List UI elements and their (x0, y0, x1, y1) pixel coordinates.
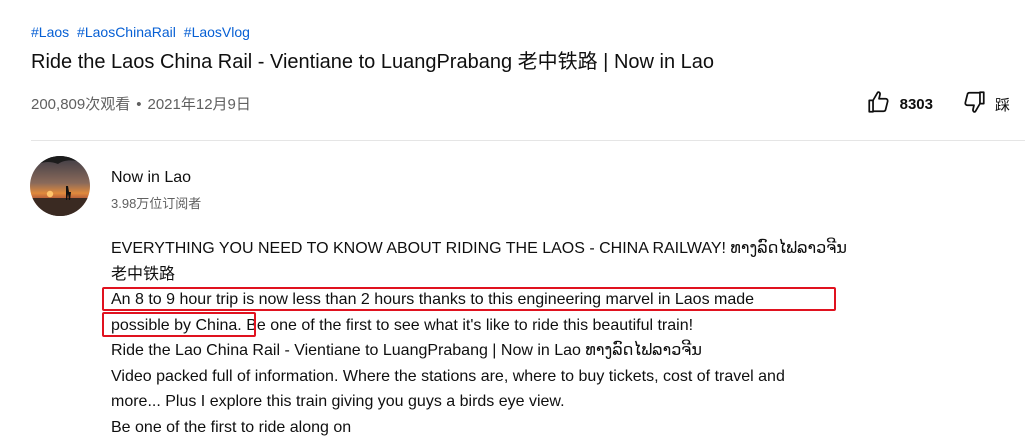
description-highlighted-phrase: possible by China. (111, 317, 242, 334)
description-line: possible by China. Be one of the first t… (111, 313, 871, 339)
thumbs-down-icon (961, 89, 987, 120)
like-count: 8303 (900, 96, 933, 113)
subscriber-count: 3.98万位订阅者 (111, 193, 201, 212)
description-line: Be one of the first to ride along on (111, 415, 871, 440)
thumbs-up-icon (866, 89, 892, 120)
hashtag-laos-vlog[interactable]: #LaosVlog (184, 24, 250, 40)
description-line-highlighted: An 8 to 9 hour trip is now less than 2 h… (111, 287, 871, 313)
description-line: Video packed full of information. Where … (111, 364, 871, 390)
hashtag-laos-china-rail[interactable]: #LaosChinaRail (77, 24, 176, 40)
publish-date: 2021年12月9日 (148, 96, 251, 113)
section-divider (31, 140, 1025, 141)
video-actions: 8303 踩 (866, 89, 1010, 119)
video-title: Ride the Laos China Rail - Vientiane to … (31, 45, 714, 74)
dislike-button[interactable]: 踩 (961, 89, 1010, 120)
video-description: EVERYTHING YOU NEED TO KNOW ABOUT RIDING… (111, 236, 871, 440)
channel-name[interactable]: Now in Lao (111, 169, 191, 187)
hashtag-row: #Laos #LaosChinaRail #LaosVlog (31, 24, 254, 40)
description-line: EVERYTHING YOU NEED TO KNOW ABOUT RIDING… (111, 236, 871, 262)
info-separator: • (136, 96, 141, 113)
description-line: 老中铁路 (111, 262, 871, 288)
view-count: 200,809次观看 (31, 96, 130, 113)
description-line: Ride the Lao China Rail - Vientiane to L… (111, 338, 871, 364)
like-button[interactable]: 8303 (866, 89, 933, 120)
video-info: 200,809次观看 • 2021年12月9日 (31, 93, 251, 114)
dislike-label: 踩 (995, 94, 1010, 115)
channel-avatar[interactable] (30, 156, 90, 216)
description-line-tail: Be one of the first to see what it's lik… (242, 317, 693, 334)
hashtag-laos[interactable]: #Laos (31, 24, 69, 40)
description-line: more... Plus I explore this train giving… (111, 389, 871, 415)
